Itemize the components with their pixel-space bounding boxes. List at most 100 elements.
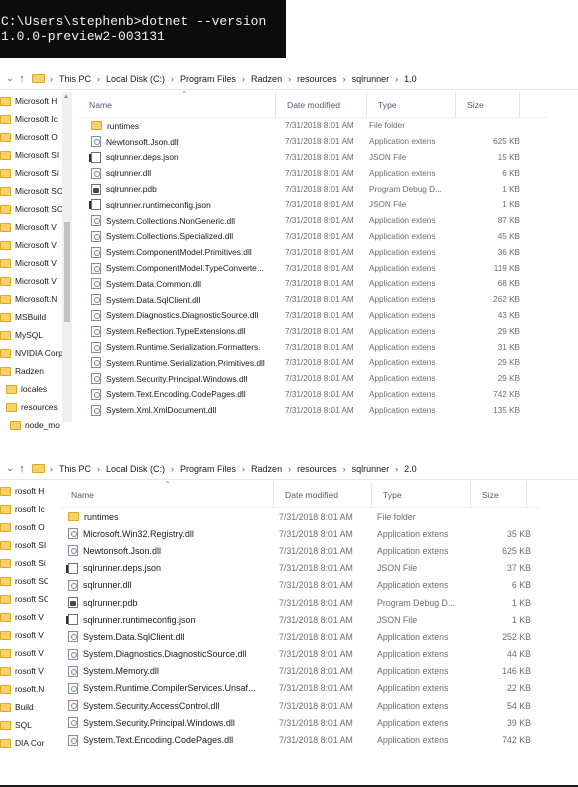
dll-file-icon (68, 631, 78, 643)
breadcrumb-item[interactable]: Radzen (251, 464, 282, 474)
breadcrumb-item[interactable]: 2.0 (404, 464, 417, 474)
file-row[interactable]: sqlrunner.dll 7/31/2018 8:01 AM Applicatio… (78, 165, 548, 181)
pdb-file-icon (91, 183, 101, 195)
up-arrow-icon[interactable]: ↑ (16, 73, 28, 85)
file-row[interactable]: System.Text.Encoding.CodePages.dll 7/31/2… (60, 731, 540, 748)
file-size: 1 KB (511, 614, 531, 625)
file-row[interactable]: System.ComponentModel.Primitives.dll 7/31… (78, 244, 548, 260)
nav-item-label: Microsoft H (15, 96, 58, 106)
file-size: 36 KB (497, 247, 520, 257)
file-date-modified: 7/31/2018 8:01 AM (279, 511, 353, 522)
up-arrow-icon[interactable]: ↑ (16, 463, 28, 475)
file-row[interactable]: sqlrunner.dll 7/31/2018 8:01 AM Applicatio… (60, 577, 540, 594)
file-row[interactable]: runtimes 7/31/2018 8:01 AM File folder (78, 118, 548, 134)
nav-item[interactable]: rosoft V (0, 608, 48, 626)
nav-item[interactable]: DIA Cor (0, 734, 48, 752)
file-row[interactable]: System.Xml.XmlDocument.dll 7/31/2018 8:01… (78, 402, 548, 418)
file-size: 252 KB (502, 631, 531, 642)
breadcrumb-item[interactable]: Local Disk (C:) (106, 74, 165, 84)
nav-item[interactable]: rosoft V (0, 662, 48, 680)
breadcrumb-item[interactable]: resources (297, 74, 337, 84)
breadcrumb-item[interactable]: Local Disk (C:) (106, 464, 165, 474)
breadcrumb-item[interactable]: resources (297, 464, 337, 474)
column-header-date-modified[interactable]: Date modified (274, 481, 372, 508)
file-row[interactable]: sqlrunner.runtimeconfig.json 7/31/2018 8:… (60, 611, 540, 628)
file-name-cell: System.Xml.XmlDocument.dll (78, 404, 276, 416)
file-row[interactable]: System.Security.Principal.Windows.dll 7/3… (60, 714, 540, 731)
file-row[interactable]: System.Diagnostics.DiagnosticSource.dll 7… (60, 646, 540, 663)
column-header-row: ⌃ Name Date modified Type Size (60, 480, 540, 508)
file-row[interactable]: System.Memory.dll 7/31/2018 8:01 AM Applic… (60, 663, 540, 680)
file-list: ⌃ Name Date modified Type Size runtimes 7… (60, 480, 540, 749)
file-name-cell: System.Memory.dll (60, 665, 274, 677)
nav-item[interactable]: rosoft Si (0, 554, 48, 572)
file-row[interactable]: Newtonsoft.Json.dll 7/31/2018 8:01 AM Appl… (78, 134, 548, 150)
file-row[interactable]: System.Diagnostics.DiagnosticSource.dll 7… (78, 308, 548, 324)
nav-item[interactable]: rosoft.N (0, 680, 48, 698)
nav-item-label: Microsoft Si (15, 168, 59, 178)
file-row[interactable]: sqlrunner.runtimeconfig.json 7/31/2018 8:… (78, 197, 548, 213)
file-date-modified: 7/31/2018 8:01 AM (285, 374, 354, 384)
breadcrumb-item[interactable]: 1.0 (404, 74, 417, 84)
file-row[interactable]: System.Runtime.Serialization.Formatters.… (78, 339, 548, 355)
file-row[interactable]: System.Data.Common.dll 7/31/2018 8:01 AM A… (78, 276, 548, 292)
file-row[interactable]: sqlrunner.deps.json 7/31/2018 8:01 AM JSON… (60, 560, 540, 577)
nav-item[interactable]: Build (0, 698, 48, 716)
nav-item[interactable]: SQL (0, 716, 48, 734)
file-row[interactable]: runtimes 7/31/2018 8:01 AM File folder (60, 508, 540, 525)
address-bar[interactable]: ⌄ ↑ › This PC › Local Disk (C:) › Program Fi… (0, 458, 578, 480)
file-row[interactable]: System.Collections.Specialized.dll 7/31/2… (78, 229, 548, 245)
recent-locations-chevron-icon[interactable]: ⌄ (4, 463, 16, 474)
file-row[interactable]: sqlrunner.pdb 7/31/2018 8:01 AM Program De… (60, 594, 540, 611)
nav-item[interactable]: rosoft V (0, 626, 48, 644)
recent-locations-chevron-icon[interactable]: ⌄ (4, 73, 16, 84)
folder-icon (0, 558, 11, 568)
file-size: 44 KB (507, 649, 531, 660)
nav-item[interactable]: rosoft V (0, 644, 48, 662)
breadcrumb-item[interactable]: Program Files (180, 74, 236, 84)
file-row[interactable]: sqlrunner.deps.json 7/31/2018 8:01 AM JSON… (78, 150, 548, 166)
breadcrumb-item[interactable]: sqlrunner (352, 464, 390, 474)
breadcrumb-item[interactable]: Program Files (180, 464, 236, 474)
breadcrumb-item[interactable]: sqlrunner (352, 74, 390, 84)
file-size: 1 KB (502, 200, 520, 210)
file-row[interactable]: System.Data.SqlClient.dll 7/31/2018 8:01 … (60, 628, 540, 645)
file-date-modified: 7/31/2018 8:01 AM (285, 389, 354, 399)
nav-item[interactable]: rosoft SI (0, 536, 48, 554)
file-row[interactable]: sqlrunner.pdb 7/31/2018 8:01 AM Program De… (78, 181, 548, 197)
breadcrumb-item[interactable]: This PC (59, 464, 91, 474)
scrollbar-thumb[interactable] (64, 222, 70, 322)
navigation-scrollbar[interactable]: ▲ (62, 92, 72, 422)
file-row[interactable]: System.Security.AccessControl.dll 7/31/20… (60, 697, 540, 714)
file-row[interactable]: Microsoft.Win32.Registry.dll 7/31/2018 8:… (60, 525, 540, 542)
column-header-size[interactable]: Size (471, 481, 527, 508)
file-row[interactable]: System.Runtime.Serialization.Primitives.… (78, 355, 548, 371)
file-row[interactable]: System.Reflection.TypeExtensions.dll 7/31… (78, 323, 548, 339)
nav-item-label: rosoft Ic (15, 504, 45, 514)
scroll-up-arrow-icon[interactable]: ▲ (63, 94, 69, 100)
column-header-type[interactable]: Type (372, 481, 471, 508)
breadcrumb-item[interactable]: Radzen (251, 74, 282, 84)
file-row[interactable]: System.Runtime.CompilerServices.Unsaf...… (60, 680, 540, 697)
nav-item[interactable]: rosoft Ic (0, 500, 48, 518)
column-header-name[interactable]: Name (78, 91, 276, 118)
breadcrumb-item[interactable]: This PC (59, 74, 91, 84)
file-row[interactable]: System.Text.Encoding.CodePages.dll 7/31/2… (78, 387, 548, 403)
folder-icon (0, 666, 11, 676)
file-row[interactable]: Newtonsoft.Json.dll 7/31/2018 8:01 AM Appl… (60, 542, 540, 559)
file-size: 146 KB (502, 666, 531, 677)
nav-item[interactable]: rosoft SC (0, 590, 48, 608)
nav-item[interactable]: rosoft H (0, 482, 48, 500)
nav-item[interactable]: rosoft SC (0, 572, 48, 590)
file-row[interactable]: System.Collections.NonGeneric.dll 7/31/20… (78, 213, 548, 229)
nav-item[interactable]: rosoft O (0, 518, 48, 536)
file-row[interactable]: System.Data.SqlClient.dll 7/31/2018 8:01 … (78, 292, 548, 308)
file-row[interactable]: System.ComponentModel.TypeConverte... 7/3… (78, 260, 548, 276)
column-header-type[interactable]: Type (367, 91, 456, 118)
file-size: 135 KB (493, 405, 520, 415)
file-row[interactable]: System.Security.Principal.Windows.dll 7/3… (78, 371, 548, 387)
column-header-size[interactable]: Size (456, 91, 520, 118)
address-bar[interactable]: ⌄ ↑ › This PC › Local Disk (C:) › Program Fi… (0, 68, 578, 90)
file-name: System.Memory.dll (83, 666, 159, 677)
column-header-date-modified[interactable]: Date modified (276, 91, 367, 118)
